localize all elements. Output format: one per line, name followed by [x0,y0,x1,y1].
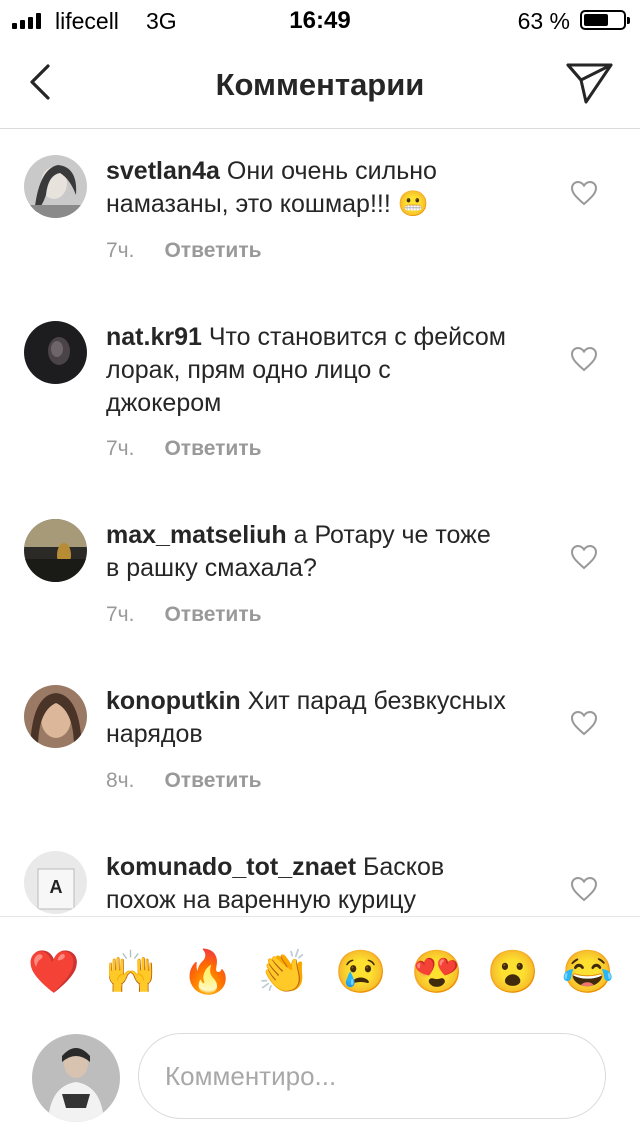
fire-emoji[interactable]: 🔥 [182,947,234,997]
heart-outline-icon[interactable] [570,346,598,372]
heart-outline-icon[interactable] [570,876,598,902]
tears-of-joy-emoji[interactable]: 😂 [562,947,614,997]
page-title: Комментарии [215,67,425,102]
heart-outline-icon[interactable] [570,544,598,570]
raising-hands-emoji[interactable]: 🙌 [105,947,157,997]
reply-button[interactable]: Ответить [164,239,261,262]
comment-username[interactable]: svetlan4a [106,157,220,185]
share-button[interactable] [564,58,614,108]
comments-list[interactable]: svetlan4a Они очень сильно намазаны, это… [0,129,640,915]
reply-button[interactable]: Ответить [164,437,261,460]
comment-username[interactable]: max_matseliuh [106,521,287,549]
battery-percent: 63 % [517,8,570,34]
heart-outline-icon[interactable] [570,180,598,206]
avatar[interactable] [24,155,87,218]
status-bar: lifecell 3G 16:49 63 % [0,0,640,40]
comment-username[interactable]: konoputkin [106,687,241,715]
avatar[interactable] [32,1034,120,1122]
avatar[interactable] [24,685,87,748]
reply-button[interactable]: Ответить [164,603,261,626]
nav-bar: Комментарии [0,40,640,129]
heart-outline-icon[interactable] [570,710,598,736]
paper-plane-icon [566,63,613,104]
comment-time: 7ч. [106,239,135,262]
red-heart-emoji[interactable]: ❤️ [28,947,80,997]
reply-button[interactable]: Ответить [164,769,261,792]
avatar[interactable] [24,519,87,582]
comment-time: 8ч. [106,769,135,792]
emoji-quick-bar: ❤️ 🙌 🔥 👏 😢 😍 😮 😂 [0,916,640,1027]
avatar[interactable] [24,321,87,384]
crying-face-emoji[interactable]: 😢 [335,947,387,997]
comment-input[interactable] [138,1033,606,1119]
surprised-face-emoji[interactable]: 😮 [487,947,539,997]
avatar[interactable]: A [24,851,87,914]
comment-username[interactable]: komunado_tot_znaet [106,853,356,881]
comment-username[interactable]: nat.kr91 [106,323,202,351]
comment-time: 7ч. [106,603,135,626]
comment-composer [0,1030,640,1136]
svg-text:A: A [50,877,63,897]
clapping-hands-emoji[interactable]: 👏 [258,947,310,997]
battery-icon [580,10,630,30]
heart-eyes-emoji[interactable]: 😍 [411,947,463,997]
comment-time: 7ч. [106,437,135,460]
